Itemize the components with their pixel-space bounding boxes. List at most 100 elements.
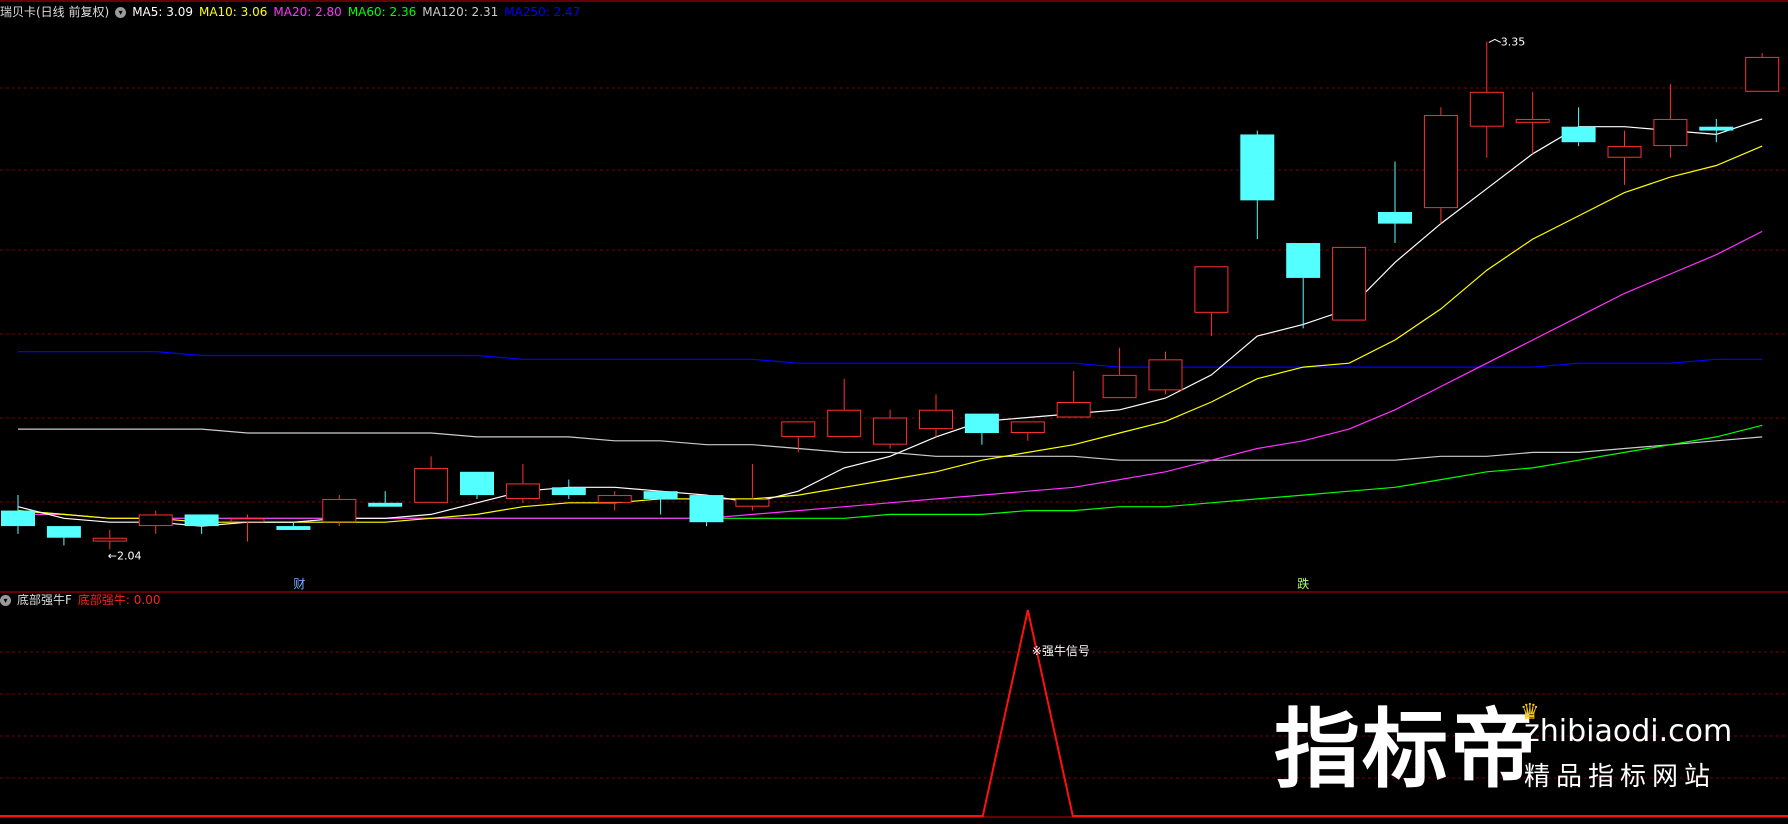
watermark-cn: 指标帝 <box>1274 700 1538 800</box>
candle-body <box>276 526 311 530</box>
candle-body <box>1102 374 1137 399</box>
chart-annotations: ←2.04 3.35 财 跌 ※强牛信号 <box>108 35 1526 658</box>
indicator-value: 底部强牛: 0.00 <box>77 593 161 607</box>
candle <box>689 495 724 527</box>
candle-body <box>643 491 678 499</box>
watermark-url: zhibiaodi.com <box>1524 714 1733 749</box>
candle-body <box>1561 126 1596 143</box>
candlesticks <box>1 41 1780 550</box>
low-price-marker: ←2.04 <box>108 549 142 562</box>
candle-body <box>919 409 953 430</box>
candle-body <box>1653 118 1688 147</box>
candle <box>1148 351 1183 395</box>
candle-body <box>414 467 449 503</box>
candle <box>414 456 449 503</box>
ma250-line <box>18 351 1763 368</box>
price-grid <box>0 0 1788 818</box>
ma10-label: MA10: 3.06 <box>198 5 268 19</box>
candle-body <box>138 514 173 527</box>
ma20-label: MA20: 2.80 <box>273 5 342 19</box>
candle-body <box>92 537 127 542</box>
candle <box>1332 246 1367 321</box>
candle <box>322 495 357 527</box>
candle <box>1745 53 1780 92</box>
ma5-label: MA5: 3.09 <box>132 5 193 19</box>
indicator-header: ▾ 底部强牛F 底部强牛: 0.00 <box>0 592 166 608</box>
candle <box>1607 130 1642 185</box>
candle <box>368 491 403 507</box>
candle <box>92 529 127 550</box>
candle <box>46 526 81 546</box>
high-marker-arrow <box>1488 38 1502 43</box>
kline-chart[interactable]: ←2.04 3.35 财 跌 ※强牛信号 <box>0 0 1788 820</box>
candle-body <box>1194 266 1229 313</box>
stock-title: 瑞贝卡(日线 前复权) <box>0 5 110 19</box>
signal-label: ※强牛信号 <box>1032 643 1090 658</box>
candle <box>735 464 770 511</box>
candle-body <box>1378 212 1412 224</box>
candle-body <box>46 526 81 538</box>
candle-body <box>1056 402 1091 418</box>
high-price-marker: 3.35 <box>1501 35 1526 48</box>
candle <box>827 378 862 437</box>
indicator-name: 底部强牛F <box>17 593 72 607</box>
candle-body <box>735 498 770 507</box>
candle <box>1515 91 1550 154</box>
candle <box>1102 347 1137 399</box>
candle-body <box>322 498 357 523</box>
ma250-label: MA250: 2.47 <box>504 5 581 19</box>
ma20-line <box>18 230 1763 519</box>
candle <box>919 394 953 437</box>
candle <box>505 464 540 503</box>
candle <box>230 514 265 542</box>
candle-body <box>1286 243 1321 278</box>
candle <box>1378 161 1412 244</box>
candle <box>1423 107 1458 224</box>
event-marker-cai[interactable]: 财 <box>293 577 305 591</box>
candle-body <box>1745 56 1780 92</box>
candle <box>1056 370 1091 418</box>
candle-body <box>1240 134 1275 201</box>
candle-body <box>873 417 908 445</box>
candle <box>1469 41 1504 158</box>
candle-body <box>1423 115 1458 209</box>
candle <box>1194 266 1229 337</box>
candle <box>964 413 999 445</box>
candle-body <box>368 502 403 507</box>
ma60-label: MA60: 2.36 <box>347 5 417 19</box>
chevron-down-icon[interactable]: ▾ <box>115 6 127 18</box>
candle-body <box>184 514 219 527</box>
candle <box>643 491 678 515</box>
candle-body <box>964 413 999 434</box>
candle-body <box>1515 118 1550 123</box>
ma5-line <box>17 118 1763 527</box>
candle-body <box>597 495 632 503</box>
chart-stage[interactable]: ←2.04 3.35 财 跌 ※强牛信号 瑞贝卡(日线 前复权) ▾ MA5: … <box>0 0 1788 820</box>
candle <box>551 479 586 499</box>
candle <box>460 471 494 499</box>
chevron-down-icon[interactable]: ▾ <box>0 594 11 606</box>
main-header: 瑞贝卡(日线 前复权) ▾ MA5: 3.09 MA10: 3.06 MA20:… <box>0 4 586 20</box>
candle <box>1240 130 1275 240</box>
candle-body <box>551 487 586 496</box>
candle-body <box>1332 246 1367 321</box>
event-marker-die[interactable]: 跌 <box>1297 576 1309 591</box>
candle-body <box>1607 146 1642 158</box>
candle <box>1286 243 1321 329</box>
candle <box>1561 107 1596 147</box>
ma120-label: MA120: 2.31 <box>422 5 499 19</box>
watermark-sub: 精品指标网站 <box>1524 762 1717 792</box>
candle <box>597 491 632 511</box>
candle <box>1 495 35 534</box>
candle <box>1653 84 1688 158</box>
candle-body <box>827 409 862 437</box>
watermark: 指标帝 ♛ zhibiaodi.com 精品指标网站 <box>1274 700 1764 800</box>
candle-body <box>1 510 35 527</box>
moving-average-lines <box>17 118 1763 527</box>
candle-body <box>460 471 494 496</box>
candle-body <box>781 421 816 437</box>
candle <box>138 510 173 534</box>
candle <box>276 522 311 530</box>
candle <box>184 514 219 534</box>
candle-body <box>1148 359 1183 391</box>
